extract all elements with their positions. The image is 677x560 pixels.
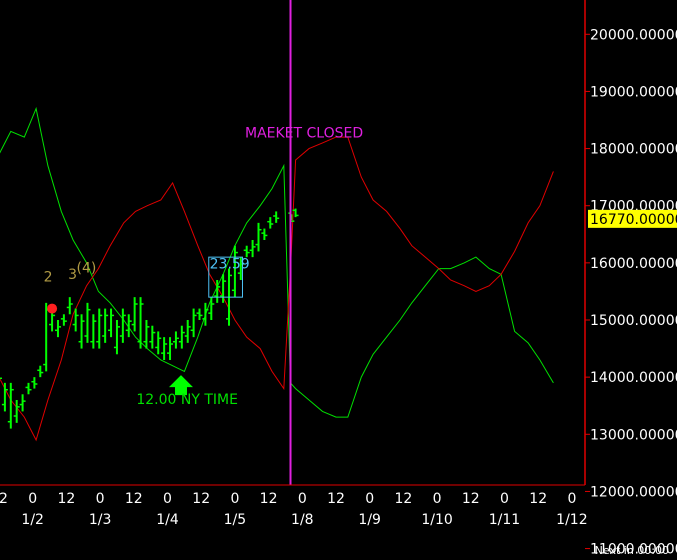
x-tick-label: 12: [327, 491, 345, 507]
date-label: 1/8: [291, 512, 314, 528]
y-tick-label: 19000.00000: [590, 84, 677, 100]
price-chart: MAEKET CLOSED23.592 3 (4)12.00 NY TIME 110…: [0, 0, 677, 558]
date-label: 1/5: [224, 512, 247, 528]
date-label: 1/10: [421, 512, 452, 528]
annotation-ny-time: 12.00 NY TIME: [136, 392, 238, 408]
x-tick-label: 12: [260, 491, 278, 507]
x-tick-label: 12: [394, 491, 412, 507]
overlays: MAEKET CLOSED23.592 3 (4)12.00 NY TIME: [44, 0, 363, 485]
x-tick-label: 12: [0, 491, 8, 507]
x-tick-label: 12: [57, 491, 75, 507]
x-tick-label: 0: [163, 491, 172, 507]
x-tick-label: 0: [433, 491, 442, 507]
y-tick-label: 15000.00000: [590, 313, 677, 329]
current-price-label: 16770.00000: [590, 212, 677, 228]
x-axis: 12 0 12 0 12 0 12 0 12 0 12 0 12 0 12 0 12 0 1/2 1/3 1/4 1/5 1…: [0, 484, 588, 528]
x-tick-label: 12: [192, 491, 210, 507]
date-label: 1/11: [489, 512, 520, 528]
date-label: 1/9: [358, 512, 381, 528]
date-label: 1/4: [156, 512, 179, 528]
x-tick-label: 0: [500, 491, 509, 507]
y-tick-label: 16000.00000: [590, 256, 677, 272]
y-tick-label: 20000.00000: [590, 27, 677, 43]
y-tick-label: 12000.00000: [590, 484, 677, 500]
annotation-market-closed: MAEKET CLOSED: [245, 126, 363, 142]
next-in-label: Next in 00:00: [594, 544, 669, 557]
x-tick-label: 12: [462, 491, 480, 507]
date-label: 1/12: [556, 512, 587, 528]
y-tick-label: 18000.00000: [590, 142, 677, 158]
series-line-2: [0, 136, 554, 442]
annotation-count-4: (4): [77, 261, 97, 277]
x-tick-label: 0: [230, 491, 239, 507]
x-tick-label: 0: [365, 491, 374, 507]
y-tick-label: 14000.00000: [590, 370, 677, 386]
x-tick-label: 0: [567, 491, 576, 507]
x-tick-label: 12: [529, 491, 547, 507]
date-label: 1/2: [21, 512, 44, 528]
y-tick-label: 13000.00000: [590, 427, 677, 443]
x-tick-label: 0: [96, 491, 105, 507]
y-axis: 11000.0000012000.0000013000.0000014000.0…: [584, 0, 677, 558]
date-label: 1/3: [89, 512, 112, 528]
x-tick-label: 0: [28, 491, 37, 507]
signal-dot: [47, 303, 58, 314]
x-tick-label: 12: [125, 491, 143, 507]
x-tick-label: 0: [298, 491, 307, 507]
annotation-count-2: 2: [44, 270, 53, 286]
annotation-price-label: 23.59: [210, 257, 250, 273]
